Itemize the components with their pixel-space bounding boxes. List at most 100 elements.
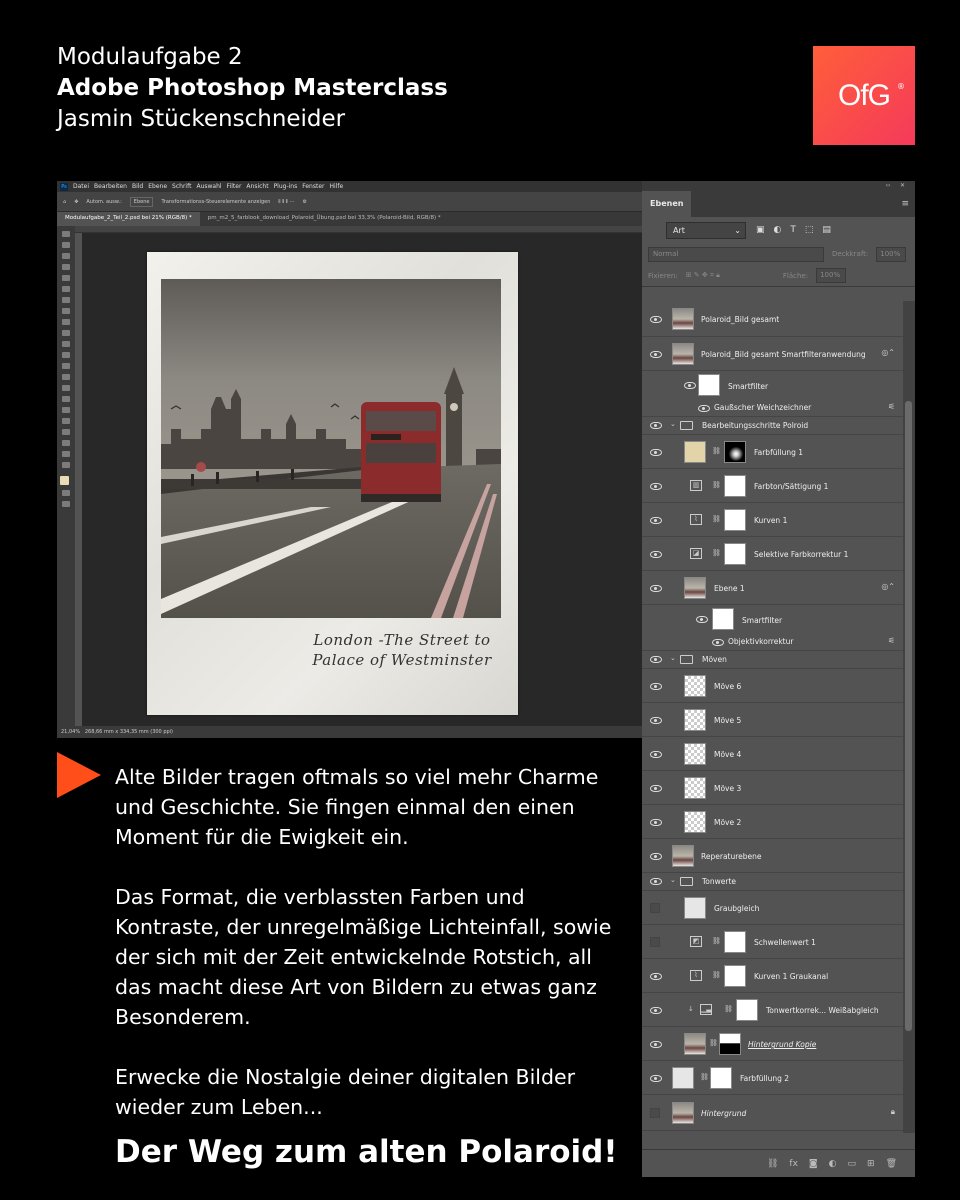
fx-icon[interactable]: fx — [789, 1159, 798, 1169]
filter-options-icon[interactable]: ⚟ — [888, 636, 895, 645]
layer-name[interactable]: Graubgleich — [714, 904, 759, 913]
menu-auswahl[interactable]: Auswahl — [196, 183, 221, 190]
visibility-eye-icon[interactable] — [650, 878, 662, 885]
layer-name[interactable]: Möven — [702, 655, 727, 664]
panel-collapse-bar[interactable]: ‹‹ ✕ — [642, 181, 915, 191]
visibility-eye-icon[interactable] — [650, 422, 662, 429]
layer-row[interactable]: ◪ ⛓ Selektive Farbkorrektur 1 — [642, 537, 903, 571]
zoom-icon[interactable] — [62, 451, 70, 457]
hand-icon[interactable] — [62, 440, 70, 446]
frame-icon[interactable] — [62, 286, 70, 292]
adjustment-layer-icon[interactable]: ◐ — [829, 1159, 837, 1169]
filter-effect-row[interactable]: Objektivkorrektur ⚟ — [642, 633, 903, 651]
visibility-toggle-off[interactable] — [650, 1108, 660, 1118]
menu-hilfe[interactable]: Hilfe — [330, 183, 344, 190]
menu-bild[interactable]: Bild — [132, 183, 143, 190]
menu-schrift[interactable]: Schrift — [172, 183, 191, 190]
gradient-icon[interactable] — [62, 363, 70, 369]
adjustment-filter-icon[interactable]: ◐ — [774, 225, 782, 235]
type-filter-icon[interactable]: T — [790, 225, 796, 235]
link-icon[interactable]: ⛓ — [709, 1039, 718, 1047]
menu-filter[interactable]: Filter — [227, 183, 242, 190]
layer-name[interactable]: Smartfilter — [728, 382, 768, 391]
auto-select-checkbox[interactable]: Autom. ausw.: — [86, 199, 121, 205]
dodge-icon[interactable] — [62, 385, 70, 391]
menu-bearbeiten[interactable]: Bearbeiten — [94, 183, 127, 190]
transform-controls-checkbox[interactable]: Transformationss-Steuerelemente anzeigen — [161, 199, 270, 205]
layer-row[interactable]: ⛓ Farbfüllung 2 — [642, 1061, 903, 1095]
layer-name[interactable]: Möve 3 — [714, 784, 741, 793]
layer-row[interactable]: Möve 4 — [642, 737, 903, 771]
screen-mode-icon[interactable] — [62, 501, 70, 507]
brush-icon[interactable] — [62, 319, 70, 325]
layer-name[interactable]: Objektivkorrektur — [728, 637, 793, 646]
link-icon[interactable]: ⛓ — [712, 971, 721, 979]
layer-row[interactable]: ⌇ ⛓ Kurven 1 — [642, 503, 903, 537]
visibility-eye-icon[interactable] — [650, 819, 662, 826]
shape-icon[interactable] — [62, 429, 70, 435]
chevron-down-icon[interactable]: ⌄ — [670, 420, 676, 428]
menu-datei[interactable]: Datei — [73, 183, 89, 190]
smart-object-filter-icon[interactable]: ▤ — [822, 225, 831, 235]
layer-row[interactable]: Graubgleich — [642, 891, 903, 925]
layer-name[interactable]: Ebene 1 — [714, 584, 745, 593]
layer-row[interactable]: ⛓ Farbfüllung 1 — [642, 435, 903, 469]
visibility-eye-icon[interactable] — [696, 616, 708, 623]
visibility-eye-icon[interactable] — [650, 449, 662, 456]
more-tools-icon[interactable] — [62, 462, 70, 468]
add-mask-icon[interactable]: ◙ — [809, 1159, 818, 1169]
visibility-toggle-off[interactable] — [650, 903, 660, 913]
smart-filter-row[interactable]: Smartfilter — [642, 371, 903, 399]
group-row[interactable]: ⌄ Tonwerte — [642, 873, 903, 891]
layer-name[interactable]: Möve 5 — [714, 716, 741, 725]
visibility-eye-icon[interactable] — [650, 316, 662, 323]
smart-filter-indicator-icon[interactable]: ◎⌃ — [881, 582, 895, 591]
layers-scrollbar[interactable] — [903, 301, 915, 1133]
opacity-input[interactable]: 100% — [876, 246, 907, 262]
menu-ebene[interactable]: Ebene — [148, 183, 167, 190]
visibility-eye-icon[interactable] — [650, 853, 662, 860]
chevron-down-icon[interactable]: ⌄ — [670, 654, 676, 662]
history-brush-icon[interactable] — [62, 341, 70, 347]
layer-name[interactable]: Reperaturebene — [701, 852, 762, 861]
layer-name[interactable]: Farbfüllung 2 — [740, 1074, 789, 1083]
visibility-eye-icon[interactable] — [650, 1041, 662, 1048]
scroll-thumb[interactable] — [905, 401, 912, 1031]
lock-icon[interactable]: 🔒︎ — [891, 1107, 895, 1117]
layer-name[interactable]: Selektive Farbkorrektur 1 — [754, 550, 848, 559]
visibility-eye-icon[interactable] — [650, 483, 662, 490]
eyedropper-icon[interactable] — [62, 297, 70, 303]
layer-name[interactable]: Farbfüllung 1 — [754, 448, 803, 457]
layer-row[interactable]: Möve 6 — [642, 669, 903, 703]
move-icon[interactable] — [62, 231, 70, 237]
shape-filter-icon[interactable]: ⬚ — [805, 225, 814, 235]
link-icon[interactable]: ⛓ — [712, 937, 721, 945]
crop-icon[interactable] — [62, 275, 70, 281]
settings-icon[interactable]: ⚙ — [302, 199, 306, 205]
layer-name[interactable]: Hintergrund — [701, 1109, 746, 1118]
layer-name[interactable]: Möve 6 — [714, 682, 741, 691]
visibility-eye-icon[interactable] — [650, 517, 662, 524]
visibility-eye-icon[interactable] — [650, 551, 662, 558]
layer-row[interactable]: ↓ ▁▃ ⛓ Tonwertkorrek... Weißabgleich — [642, 993, 903, 1027]
layer-name[interactable]: Farbton/Sättigung 1 — [754, 482, 828, 491]
group-row[interactable]: ⌄ Möven — [642, 651, 903, 669]
menu-plugins[interactable]: Plug-ins — [274, 183, 298, 190]
zoom-level[interactable]: 21,04% — [61, 729, 80, 735]
visibility-eye-icon[interactable] — [650, 585, 662, 592]
visibility-eye-icon[interactable] — [698, 405, 710, 412]
layer-row[interactable]: Polaroid_Bild gesamt — [642, 301, 903, 337]
filter-effect-row[interactable]: Gaußscher Weichzeichner ⚟ — [642, 399, 903, 417]
auto-select-dropdown[interactable]: Ebene — [129, 196, 154, 207]
visibility-eye-icon[interactable] — [684, 382, 696, 389]
pixel-filter-icon[interactable]: ▣ — [756, 225, 765, 235]
layer-name[interactable]: Hintergrund Kopie — [748, 1040, 816, 1049]
layer-name[interactable]: Schwellenwert 1 — [754, 938, 816, 947]
panel-menu-icon[interactable]: ≡ — [901, 199, 909, 209]
layer-name[interactable]: Kurven 1 Graukanal — [754, 972, 828, 981]
type-icon[interactable] — [62, 407, 70, 413]
marquee-icon[interactable] — [62, 242, 70, 248]
lock-icons[interactable]: ⊞ ✎ ✥ ⌗ 🔒︎ — [686, 271, 720, 280]
eraser-icon[interactable] — [62, 352, 70, 358]
layer-name[interactable]: Bearbeitungsschritte Polroid — [702, 421, 808, 430]
